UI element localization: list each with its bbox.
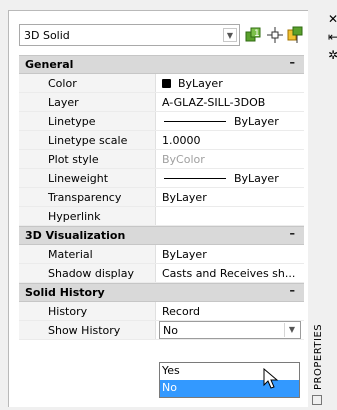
property-value: ByLayer [234,115,279,128]
property-name: Linetype [48,115,96,128]
property-row-linetype[interactable]: Linetype ByLayer [19,112,304,131]
property-row-history[interactable]: History Record [19,302,304,321]
select-value: No [163,324,178,337]
toggle-pickadd-icon[interactable]: 1 [243,25,263,45]
property-value: ByLayer [234,172,279,185]
property-value: Record [162,305,201,318]
property-row-plot-style[interactable]: Plot style ByColor [19,150,304,169]
property-value: 1.0000 [162,134,201,147]
category-general[interactable]: General – [19,55,304,74]
property-name: History [48,305,88,318]
property-name: Transparency [48,191,122,204]
mouse-pointer-icon [263,368,279,389]
property-name: Shadow display [48,267,134,280]
property-row-color[interactable]: Color ByLayer [19,74,304,93]
object-type-combo[interactable]: 3D Solid ▼ [19,24,240,46]
palette-title: PROPERTIES [313,323,324,390]
collapse-icon[interactable]: – [290,56,296,69]
category-solid-history[interactable]: Solid History – [19,283,304,302]
close-icon[interactable]: ✕ [328,12,337,26]
collapse-icon[interactable]: – [290,284,296,297]
property-value: A-GLAZ-SILL-3DOB [162,96,266,109]
property-name: Layer [48,96,79,109]
property-row-transparency[interactable]: Transparency ByLayer [19,188,304,207]
property-value: ByColor [162,153,205,166]
show-history-select[interactable]: No ▼ [159,321,301,339]
category-title: Solid History [25,286,105,299]
property-row-show-history[interactable]: Show History No ▼ [19,321,304,340]
property-row-hyperlink[interactable]: Hyperlink [19,207,304,226]
property-name: Linetype scale [48,134,128,147]
property-value: ByLayer [178,77,223,90]
category-title: General [25,58,74,71]
object-type-value: 3D Solid [24,29,70,42]
category-3d-visualization[interactable]: 3D Visualization – [19,226,304,245]
quick-select-icon[interactable] [285,25,305,45]
property-row-shadow-display[interactable]: Shadow display Casts and Receives sh... [19,264,304,283]
lineweight-preview-icon [164,178,226,179]
property-name: Material [48,248,93,261]
select-objects-icon[interactable] [265,25,285,45]
property-name: Lineweight [48,172,109,185]
property-name: Color [48,77,77,90]
linetype-preview-icon [164,121,226,122]
property-grid: General – Color ByLayer Layer A-GLAZ-SIL… [19,55,304,340]
object-selector-row: 3D Solid ▼ 1 [19,24,304,48]
settings-icon[interactable]: ✲ [328,48,337,62]
property-name: Show History [48,324,121,337]
svg-text:1: 1 [254,29,260,39]
property-value: ByLayer [162,248,207,261]
palette-icon [312,395,322,405]
property-value: Casts and Receives sh... [162,267,296,280]
color-swatch-icon [162,79,171,88]
property-row-linetype-scale[interactable]: Linetype scale 1.0000 [19,131,304,150]
property-name: Hyperlink [48,210,101,223]
property-row-lineweight[interactable]: Lineweight ByLayer [19,169,304,188]
chevron-down-icon[interactable]: ▼ [223,28,237,42]
collapse-icon[interactable]: – [290,227,296,240]
chevron-down-icon[interactable]: ▼ [284,323,299,337]
category-title: 3D Visualization [25,229,126,242]
property-row-material[interactable]: Material ByLayer [19,245,304,264]
property-value: ByLayer [162,191,207,204]
property-row-layer[interactable]: Layer A-GLAZ-SILL-3DOB [19,93,304,112]
property-name: Plot style [48,153,99,166]
autohide-icon[interactable]: ⇤ [328,30,337,44]
